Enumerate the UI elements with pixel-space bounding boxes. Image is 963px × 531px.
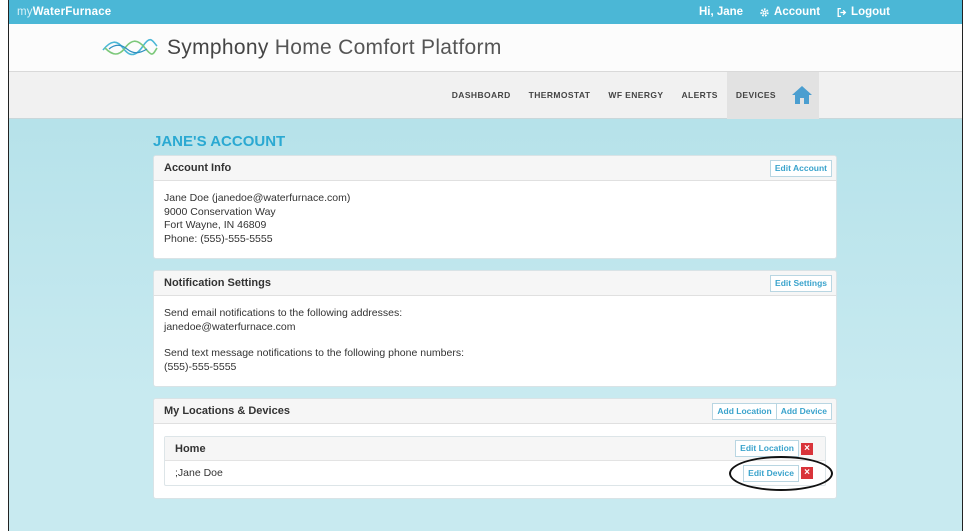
account-info-panel: Account Info Edit Account Jane Doe (jane…	[153, 155, 837, 259]
account-info-title: Account Info	[164, 162, 232, 174]
edit-location-button[interactable]: Edit Location	[735, 440, 799, 457]
notification-settings-panel: Notification Settings Edit Settings Send…	[153, 270, 837, 387]
location-actions: Edit Location ×	[735, 440, 813, 457]
account-label: Account	[774, 6, 821, 18]
add-device-button[interactable]: Add Device	[776, 402, 832, 420]
notification-phone: (555)-555-5555	[164, 360, 237, 373]
home-icon	[792, 86, 812, 104]
edit-account-button[interactable]: Edit Account	[769, 159, 832, 177]
locations-devices-title: My Locations & Devices	[164, 405, 290, 417]
logo-text: Symphony Home Comfort Platform	[167, 35, 502, 59]
page-title: JANE'S ACCOUNT	[153, 133, 286, 150]
notification-settings-title: Notification Settings	[164, 277, 271, 289]
nav-home[interactable]	[785, 71, 819, 119]
location-name: Home	[175, 442, 206, 455]
delete-device-button[interactable]: ×	[801, 467, 813, 479]
logout-icon	[837, 7, 847, 17]
account-link[interactable]: Account	[759, 6, 820, 18]
device-name: ;Jane Doe	[175, 467, 223, 479]
brand-prefix: my	[17, 6, 33, 18]
nav-wf-energy[interactable]: WF ENERGY	[599, 72, 672, 119]
main-nav: DASHBOARD THERMOSTAT WF ENERGY ALERTS DE…	[9, 71, 962, 119]
nav-thermostat[interactable]: THERMOSTAT	[520, 72, 600, 119]
account-phone: Phone: (555)-555-5555	[164, 232, 273, 245]
delete-location-button[interactable]: ×	[801, 442, 813, 455]
account-info-header: Account Info Edit Account	[154, 156, 836, 181]
location-device-actions: Add Location Add Device	[712, 402, 832, 420]
email-intro: Send email notifications to the followin…	[164, 307, 403, 319]
symphony-logo[interactable]: Symphony Home Comfort Platform	[101, 36, 502, 60]
account-name-email: Jane Doe (janedoe@waterfurnace.com)	[164, 192, 351, 204]
notification-email: janedoe@waterfurnace.com	[164, 320, 296, 333]
account-city: Fort Wayne, IN 46809	[164, 219, 267, 231]
nav-alerts[interactable]: ALERTS	[672, 72, 726, 119]
device-row: ;Jane Doe Edit Device ×	[165, 455, 833, 491]
logout-link[interactable]: Logout	[836, 6, 890, 18]
nav-devices[interactable]: DEVICES	[726, 71, 785, 119]
nav-dashboard[interactable]: DASHBOARD	[443, 72, 520, 119]
locations-devices-header: My Locations & Devices Add Location Add …	[154, 399, 836, 424]
account-street: 9000 Conservation Way	[164, 205, 276, 218]
notification-settings-body: Send email notifications to the followin…	[154, 296, 836, 386]
site-header: Symphony Home Comfort Platform	[9, 24, 962, 71]
locations-devices-panel: My Locations & Devices Add Location Add …	[153, 398, 837, 499]
top-bar: myWaterFurnace Hi, Jane Account Logout	[9, 0, 962, 24]
wave-logo-icon	[102, 38, 158, 55]
brand-name: WaterFurnace	[32, 6, 112, 18]
logout-label: Logout	[851, 6, 890, 18]
add-location-button[interactable]: Add Location	[712, 402, 777, 420]
main-content: JANE'S ACCOUNT Account Info Edit Account…	[153, 133, 837, 510]
gear-icon	[760, 7, 769, 17]
notification-settings-header: Notification Settings Edit Settings	[154, 271, 836, 296]
account-info-body: Jane Doe (janedoe@waterfurnace.com) 9000…	[154, 181, 836, 258]
brand-logo[interactable]: myWaterFurnace	[17, 6, 111, 18]
edit-settings-button[interactable]: Edit Settings	[770, 274, 832, 292]
greeting: Hi, Jane	[698, 6, 744, 18]
user-menu: Hi, Jane Account Logout	[699, 6, 890, 18]
edit-device-button[interactable]: Edit Device	[743, 464, 799, 482]
location-header: Home Edit Location ×	[165, 437, 825, 461]
sms-intro: Send text message notifications to the f…	[164, 347, 465, 359]
locations-devices-body: Home Edit Location × ;Jane Doe Edit Devi…	[154, 424, 836, 498]
device-actions: Edit Device ×	[729, 455, 833, 491]
location-home: Home Edit Location × ;Jane Doe Edit Devi…	[164, 436, 833, 491]
browser-frame: myWaterFurnace Hi, Jane Account Logout S…	[8, 0, 963, 531]
